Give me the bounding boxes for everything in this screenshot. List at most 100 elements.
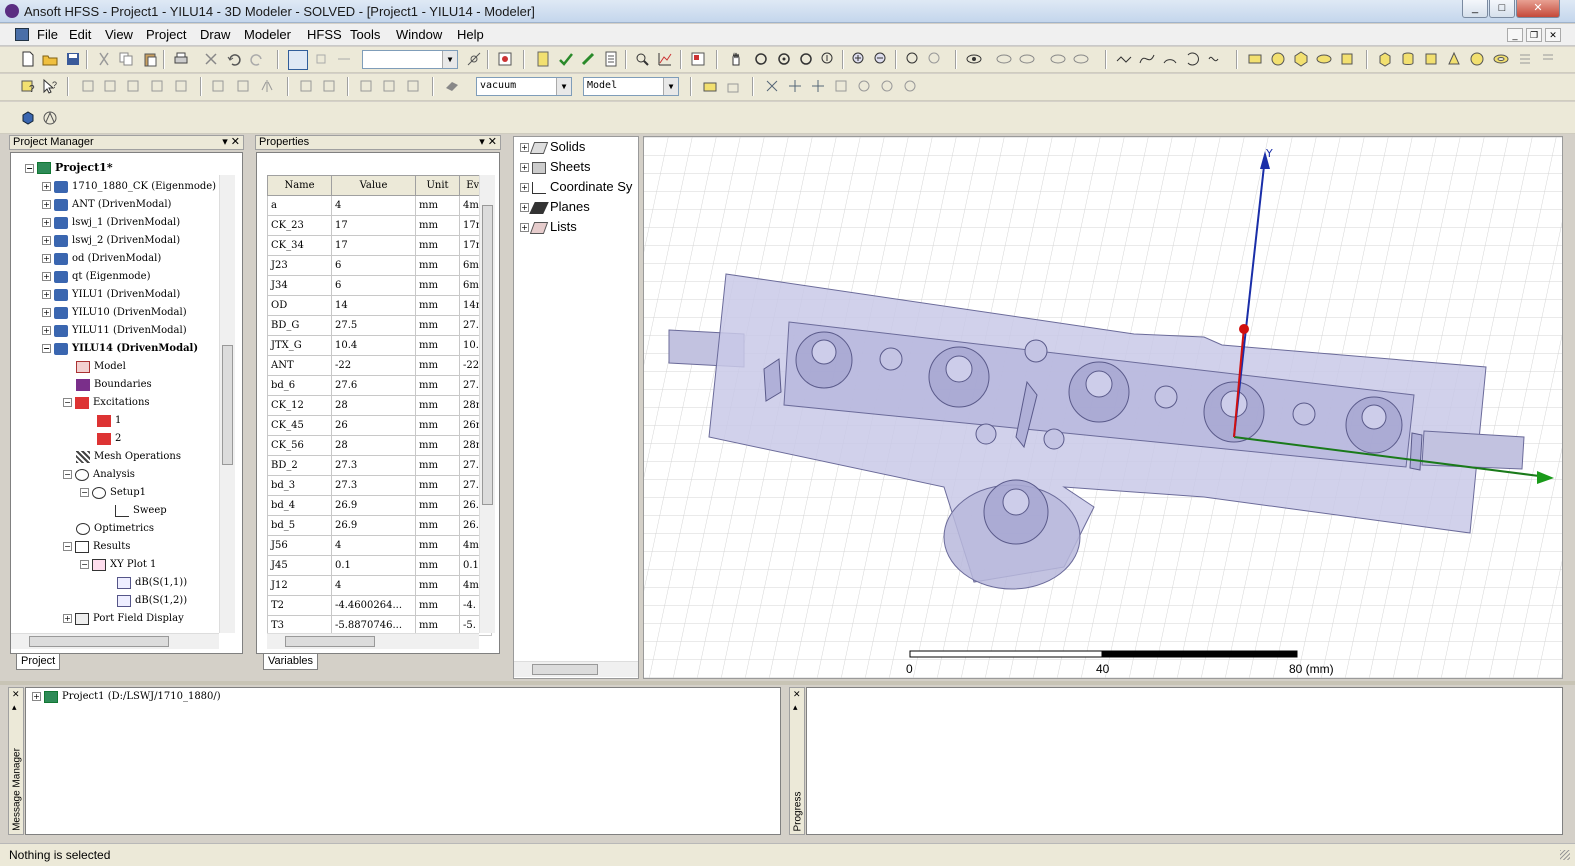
variable-row[interactable]: J56 4 mm 4mm <box>267 535 493 556</box>
model-tree-planes[interactable]: + Planes <box>520 198 590 218</box>
coordinate-system-icon[interactable] <box>702 78 718 94</box>
subtract-icon[interactable] <box>102 78 118 94</box>
mdi-close-button[interactable]: ✕ <box>1545 28 1561 42</box>
open-folder-icon[interactable] <box>42 51 58 67</box>
draw-eqn-surface-icon[interactable] <box>1339 51 1355 67</box>
minimize-button[interactable]: _ <box>1462 0 1488 18</box>
snap-quadrant-icon[interactable] <box>856 78 872 94</box>
scroll-thumb[interactable] <box>532 664 598 675</box>
fit-selection-icon[interactable] <box>927 51 943 67</box>
tree-results[interactable]: − Results <box>63 539 130 557</box>
rotate-local-icon[interactable] <box>776 51 792 67</box>
variable-value[interactable]: 27.5 <box>331 315 416 336</box>
variable-value[interactable]: 17 <box>331 235 416 256</box>
mirror-icon[interactable] <box>259 78 275 94</box>
menu-modeler[interactable]: Modeler <box>244 27 291 42</box>
undo-icon[interactable] <box>226 51 242 67</box>
sweep-along-vector-icon[interactable] <box>298 78 314 94</box>
draw-box-icon[interactable] <box>1377 51 1393 67</box>
tree-excitation-2[interactable]: 2 <box>97 431 121 449</box>
draw-ellipse-icon[interactable] <box>1316 51 1332 67</box>
draw-line-icon[interactable] <box>1116 51 1132 67</box>
tree-design[interactable]: + YILU10 (DrivenModal) <box>42 305 187 323</box>
project-tree-hscroll[interactable] <box>11 633 219 649</box>
analyze-icon[interactable] <box>580 51 596 67</box>
variable-value[interactable]: 4 <box>331 535 416 556</box>
solution-data-icon[interactable] <box>603 51 619 67</box>
tree-port-field-display[interactable]: + Port Field Display <box>63 611 184 629</box>
variable-value[interactable]: 6 <box>331 275 416 296</box>
column-header[interactable]: Name <box>267 175 332 196</box>
select-edge-icon[interactable] <box>336 51 352 67</box>
draw-spline-icon[interactable] <box>1139 51 1155 67</box>
variable-value[interactable]: 10.4 <box>331 335 416 356</box>
tree-excitation-1[interactable]: 1 <box>97 413 121 431</box>
tab-project[interactable]: Project <box>16 654 61 670</box>
model-tree-hscroll[interactable] <box>514 661 638 677</box>
cut-icon[interactable] <box>96 51 112 67</box>
tree-xy-plot[interactable]: − XY Plot 1 <box>80 557 156 575</box>
pan-icon[interactable] <box>728 51 744 67</box>
variable-value[interactable]: -4.4600264... <box>331 595 416 616</box>
model-canvas[interactable]: Y 0 40 80 (mm) <box>644 137 1563 679</box>
validate-icon[interactable] <box>535 51 551 67</box>
variable-value[interactable]: 14 <box>331 295 416 316</box>
snap-grid-icon[interactable] <box>764 78 780 94</box>
menu-window[interactable]: Window <box>396 27 442 42</box>
variable-row[interactable]: BD_2 27.3 mm 27. <box>267 455 493 476</box>
draw-helix-icon[interactable] <box>1517 51 1533 67</box>
tree-design-active[interactable]: − YILU14 (DrivenModal) <box>42 341 198 359</box>
duplicate-around-axis-icon[interactable] <box>381 78 397 94</box>
scroll-thumb[interactable] <box>285 636 375 647</box>
variable-row[interactable]: CK_56 28 mm 28m <box>267 435 493 456</box>
project-tree-vscroll[interactable] <box>219 175 235 633</box>
menu-draw[interactable]: Draw <box>200 27 230 42</box>
variable-value[interactable]: 4 <box>331 575 416 596</box>
variable-row[interactable]: OD 14 mm 14m <box>267 295 493 316</box>
move-icon[interactable] <box>210 78 226 94</box>
rotate-icon[interactable] <box>753 51 769 67</box>
variable-value[interactable]: 26.9 <box>331 515 416 536</box>
scroll-thumb[interactable] <box>482 205 493 505</box>
document-icon[interactable] <box>15 28 29 41</box>
snap-vertex-icon[interactable] <box>787 78 803 94</box>
menu-edit[interactable]: Edit <box>69 27 91 42</box>
menu-tools[interactable]: Tools <box>350 27 380 42</box>
resize-grip-icon[interactable] <box>1560 850 1570 860</box>
message-manager-tab[interactable]: ✕ ▴ Message Manager <box>8 687 24 835</box>
snap-arc-center-icon[interactable] <box>879 78 895 94</box>
draw-equation-curve-icon[interactable] <box>1207 51 1223 67</box>
variable-row[interactable]: CK_12 28 mm 28m <box>267 395 493 416</box>
unite-icon[interactable] <box>80 78 96 94</box>
circuit-design-icon[interactable] <box>42 110 58 126</box>
relative-cs-icon[interactable] <box>725 78 741 94</box>
new-file-icon[interactable] <box>20 51 36 67</box>
variable-row[interactable]: BD_G 27.5 mm 27. <box>267 315 493 336</box>
modeler-viewport[interactable]: Y 0 40 80 (mm) <box>643 136 1563 679</box>
tree-design[interactable]: + YILU1 (DrivenModal) <box>42 287 180 305</box>
fit-all-icon[interactable] <box>905 51 921 67</box>
split-icon[interactable] <box>173 78 189 94</box>
snap-face-center-icon[interactable] <box>833 78 849 94</box>
zoom-out-icon[interactable] <box>873 51 889 67</box>
hide-eye-icon[interactable] <box>996 51 1012 67</box>
tree-trace-s11[interactable]: dB(S(1,1)) <box>117 575 187 593</box>
variable-row[interactable]: J23 6 mm 6mm <box>267 255 493 276</box>
tree-mesh-operations[interactable]: Mesh Operations <box>76 449 181 467</box>
draw-torus-icon[interactable] <box>1493 51 1509 67</box>
model-tree-solids[interactable]: + Solids <box>520 138 585 158</box>
column-header[interactable]: Value <box>331 175 416 196</box>
tree-setup[interactable]: − Setup1 <box>80 485 146 503</box>
sweep-around-axis-icon[interactable] <box>321 78 337 94</box>
material-icon[interactable] <box>444 78 460 94</box>
variable-row[interactable]: bd_4 26.9 mm 26. <box>267 495 493 516</box>
variable-value[interactable]: 17 <box>331 215 416 236</box>
select-face-icon[interactable] <box>313 51 329 67</box>
variable-row[interactable]: J12 4 mm 4mm <box>267 575 493 596</box>
tree-design[interactable]: + ANT (DrivenModal) <box>42 197 171 215</box>
draw-rectangle-icon[interactable] <box>1247 51 1263 67</box>
rotate-object-icon[interactable] <box>235 78 251 94</box>
save-icon[interactable] <box>65 51 81 67</box>
redo-icon[interactable] <box>249 51 265 67</box>
field-overlay-icon[interactable] <box>634 51 650 67</box>
